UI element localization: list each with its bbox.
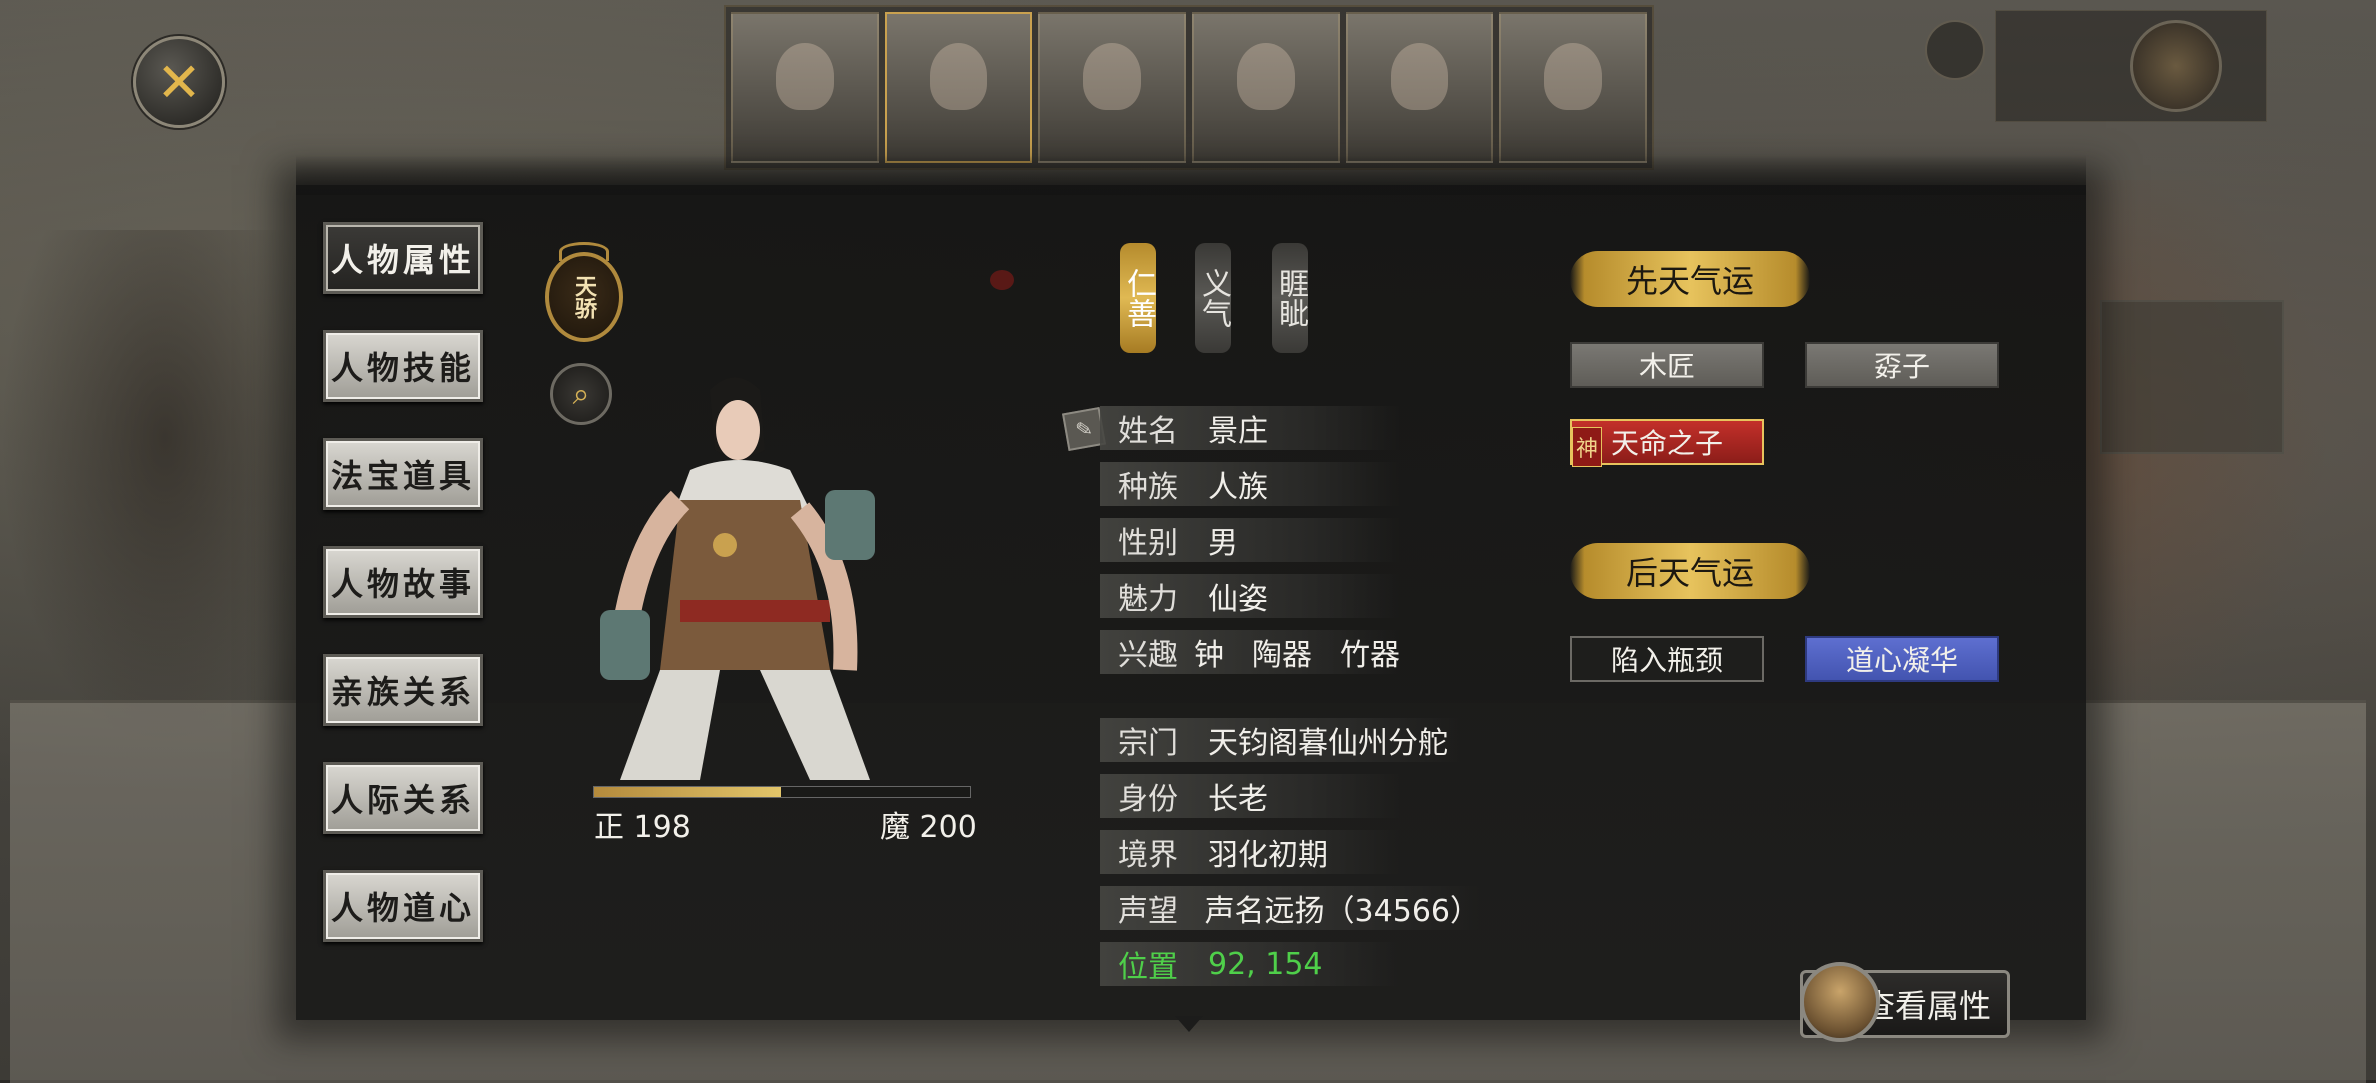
innate-fortune-title: 先天气运 — [1570, 251, 1810, 307]
acquired-fortune-tag[interactable]: 陷入瓶颈 — [1570, 636, 1764, 682]
tab-character-attributes[interactable]: 人物属性 — [323, 222, 483, 294]
morality-good-label: 正 198 — [594, 810, 691, 845]
info-row-fame: 声望 声名远扬（34566） — [1100, 886, 1480, 930]
tab-character-story[interactable]: 人物故事 — [323, 546, 483, 618]
info-row-gender: 性别 男 — [1100, 518, 1400, 562]
hobby-item: 竹器 — [1340, 638, 1400, 673]
acquired-fortune-title: 后天气运 — [1570, 543, 1810, 599]
panel-pointer-decoration — [1175, 1016, 1203, 1032]
tab-dao-heart[interactable]: 人物道心 — [323, 870, 483, 942]
info-row-name: 姓名 景庄 — [1100, 406, 1400, 450]
close-button[interactable]: ✕ — [133, 36, 225, 128]
trait-tag[interactable]: 义气 — [1195, 243, 1231, 353]
hobby-list: 钟 陶器 竹器 — [1194, 630, 1400, 674]
tab-family-relations[interactable]: 亲族关系 — [323, 654, 483, 726]
hobby-item: 陶器 — [1252, 638, 1312, 673]
background-side-box — [2100, 300, 2284, 454]
tab-character-skills[interactable]: 人物技能 — [323, 330, 483, 402]
info-row-realm: 境界 羽化初期 — [1100, 830, 1400, 874]
info-row-race: 种族 人族 — [1100, 462, 1400, 506]
settings-gear-icon — [1925, 20, 1985, 80]
portrait-slot[interactable] — [884, 12, 1033, 163]
trait-tag[interactable]: 睚眦 — [1272, 243, 1308, 353]
close-icon: ✕ — [156, 50, 202, 114]
morality-fill — [594, 787, 782, 797]
info-row-charm: 魅力 仙姿 — [1100, 574, 1400, 618]
background-figure-left — [0, 230, 330, 750]
innate-fortune-tag[interactable]: 木匠 — [1570, 342, 1764, 388]
divine-mark-icon: 神 — [1572, 427, 1602, 467]
character-portrait — [600, 377, 875, 780]
portrait-slot[interactable] — [731, 12, 879, 163]
portrait-strip — [724, 5, 1654, 170]
view-attributes-avatar-icon — [1800, 962, 1880, 1042]
portrait-slot[interactable] — [1038, 12, 1187, 163]
info-row-identity: 身份 长老 — [1100, 774, 1400, 818]
rank-badge: 天骄 — [545, 242, 623, 342]
trait-tag[interactable]: 仁善 — [1120, 243, 1156, 353]
info-row-hobby: 兴趣 钟 陶器 竹器 — [1100, 630, 1400, 674]
morality-evil-label: 魔 200 — [880, 810, 977, 845]
info-row-sect: 宗门 天钧阁暮仙州分舵 — [1100, 718, 1460, 762]
tab-treasures-items[interactable]: 法宝道具 — [323, 438, 483, 510]
ink-splash-decoration — [990, 270, 1014, 290]
top-avatar — [2130, 20, 2222, 112]
innate-fortune-tag[interactable]: 孬子 — [1805, 342, 1999, 388]
info-row-position: 位置 92, 154 — [1100, 942, 1400, 986]
hobby-item: 钟 — [1194, 638, 1224, 673]
morality-bar — [593, 786, 971, 798]
portrait-slot[interactable] — [1345, 12, 1494, 163]
tab-social-relations[interactable]: 人际关系 — [323, 762, 483, 834]
portrait-slot[interactable] — [1192, 12, 1340, 163]
portrait-slot[interactable] — [1499, 12, 1648, 163]
acquired-fortune-tag[interactable]: 道心凝华 — [1805, 636, 1999, 682]
